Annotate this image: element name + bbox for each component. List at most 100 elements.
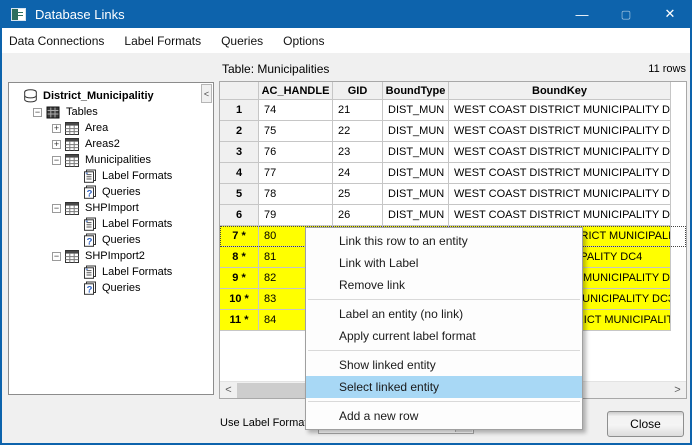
row-number-cell[interactable]: 2: [220, 121, 259, 142]
menubar-item-options[interactable]: Options: [273, 28, 334, 53]
window-controls: — ▢ ✕: [560, 0, 692, 28]
context-menu-item-apply-current-label-format[interactable]: Apply current label format: [306, 325, 582, 347]
row-number-cell[interactable]: 9 *: [220, 268, 259, 289]
tree-item-district-municipalitiy[interactable]: District_Municipalitiy: [9, 88, 213, 104]
collapse-expander-icon[interactable]: [33, 108, 42, 117]
context-menu-item-label-an-entity-no-link[interactable]: Label an entity (no link): [306, 303, 582, 325]
context-menu-item-remove-link[interactable]: Remove link: [306, 274, 582, 296]
table-cell-bound_key[interactable]: WEST COAST DISTRICT MUNICIPALITY DC1: [449, 100, 671, 121]
column-header-gid[interactable]: GID: [333, 82, 383, 100]
table-row[interactable]: 27522DIST_MUNWEST COAST DISTRICT MUNICIP…: [220, 121, 686, 142]
context-menu-item-show-linked-entity[interactable]: Show linked entity: [306, 354, 582, 376]
table-cell-bound_type[interactable]: DIST_MUN: [383, 184, 449, 205]
expand-expander-icon[interactable]: [52, 140, 61, 149]
collapse-expander-icon[interactable]: [52, 156, 61, 165]
table-cell-gid[interactable]: 22: [333, 121, 383, 142]
table-title: Table: Municipalities: [222, 62, 329, 76]
table-cell-ac_handle[interactable]: 76: [259, 142, 333, 163]
tree-item-queries[interactable]: ?Queries: [9, 232, 213, 248]
row-number-cell[interactable]: 11 *: [220, 310, 259, 331]
tree-item-label: SHPImport: [85, 202, 139, 214]
tree-item-label: Queries: [102, 282, 141, 294]
table-cell-bound_key[interactable]: WEST COAST DISTRICT MUNICIPALITY DC1: [449, 142, 671, 163]
tree-item-shpimport2[interactable]: SHPImport2: [9, 248, 213, 264]
tree-item-label-formats[interactable]: Label Formats: [9, 168, 213, 184]
label-formats-icon: [82, 169, 98, 183]
scroll-left-icon[interactable]: <: [220, 382, 237, 399]
menubar-item-queries[interactable]: Queries: [211, 28, 273, 53]
tree-item-label-formats[interactable]: Label Formats: [9, 216, 213, 232]
tree-item-tables[interactable]: Tables: [9, 104, 213, 120]
tree-item-label: Label Formats: [102, 266, 172, 278]
table-cell-bound_key[interactable]: WEST COAST DISTRICT MUNICIPALITY DC1: [449, 121, 671, 142]
table-cell-ac_handle[interactable]: 79: [259, 205, 333, 226]
svg-text:?: ?: [87, 284, 93, 295]
table-cell-bound_type[interactable]: DIST_MUN: [383, 163, 449, 184]
column-header-boundkey[interactable]: BoundKey: [449, 82, 671, 100]
scroll-right-icon[interactable]: >: [669, 382, 686, 399]
maximize-icon[interactable]: ▢: [604, 0, 648, 28]
table-row[interactable]: 37623DIST_MUNWEST COAST DISTRICT MUNICIP…: [220, 142, 686, 163]
row-number-cell[interactable]: 8 *: [220, 247, 259, 268]
row-number-cell[interactable]: 4: [220, 163, 259, 184]
database-links-dialog: Database Links — ▢ ✕ Data ConnectionsLab…: [0, 0, 692, 445]
menubar-item-label-formats[interactable]: Label Formats: [114, 28, 211, 53]
row-number-cell[interactable]: 5: [220, 184, 259, 205]
table-cell-bound_key[interactable]: WEST COAST DISTRICT MUNICIPALITY DC1: [449, 205, 671, 226]
tree-item-queries[interactable]: ? Queries: [9, 280, 213, 296]
minimize-icon[interactable]: —: [560, 0, 604, 28]
menu-separator: [308, 401, 580, 402]
column-header-boundtype[interactable]: BoundType: [383, 82, 449, 100]
context-menu-item-select-linked-entity[interactable]: Select linked entity: [306, 376, 582, 398]
context-menu-item-link-with-label[interactable]: Link with Label: [306, 252, 582, 274]
table-cell-bound_key[interactable]: WEST COAST DISTRICT MUNICIPALITY DC1: [449, 184, 671, 205]
table-cell-gid[interactable]: 26: [333, 205, 383, 226]
table-cell-gid[interactable]: 25: [333, 184, 383, 205]
column-header-row-number[interactable]: [220, 82, 259, 100]
tree-item-label: Queries: [102, 186, 141, 198]
table-icon: [65, 137, 81, 151]
tree-item-queries[interactable]: ? Queries: [9, 184, 213, 200]
table-cell-bound_key[interactable]: WEST COAST DISTRICT MUNICIPALITY DC1: [449, 163, 671, 184]
tree-collapse-button[interactable]: <: [201, 84, 212, 103]
table-cell-gid[interactable]: 21: [333, 100, 383, 121]
table-row[interactable]: 67926DIST_MUNWEST COAST DISTRICT MUNICIP…: [220, 205, 686, 226]
row-number-cell[interactable]: 10 *: [220, 289, 259, 310]
row-number-cell[interactable]: 7 *: [220, 226, 259, 247]
tree-item-label-formats[interactable]: Label Formats: [9, 264, 213, 280]
table-cell-bound_type[interactable]: DIST_MUN: [383, 142, 449, 163]
expand-expander-icon[interactable]: [52, 124, 61, 133]
table-cell-ac_handle[interactable]: 77: [259, 163, 333, 184]
tree-item-label: Municipalities: [85, 154, 151, 166]
queries-icon: ?: [82, 185, 98, 199]
table-cell-gid[interactable]: 23: [333, 142, 383, 163]
row-number-cell[interactable]: 6: [220, 205, 259, 226]
table-cell-bound_type[interactable]: DIST_MUN: [383, 205, 449, 226]
collapse-expander-icon[interactable]: [52, 204, 61, 213]
table-cell-ac_handle[interactable]: 74: [259, 100, 333, 121]
table-row[interactable]: 57825DIST_MUNWEST COAST DISTRICT MUNICIP…: [220, 184, 686, 205]
table-cell-ac_handle[interactable]: 75: [259, 121, 333, 142]
table-row[interactable]: 47724DIST_MUNWEST COAST DISTRICT MUNICIP…: [220, 163, 686, 184]
table-row[interactable]: 17421DIST_MUNWEST COAST DISTRICT MUNICIP…: [220, 100, 686, 121]
column-header-ac-handle[interactable]: AC_HANDLE: [259, 82, 333, 100]
close-button[interactable]: Close: [607, 411, 684, 437]
tree-item-shpimport[interactable]: SHPImport: [9, 200, 213, 216]
tree-item-areas2[interactable]: Areas2: [9, 136, 213, 152]
context-menu-item-add-a-new-row[interactable]: Add a new row: [306, 405, 582, 427]
row-number-cell[interactable]: 3: [220, 142, 259, 163]
table-cell-gid[interactable]: 24: [333, 163, 383, 184]
tree-item-label: District_Municipalitiy: [43, 90, 154, 102]
context-menu-item-link-this-row-to-an-entity[interactable]: Link this row to an entity: [306, 230, 582, 252]
table-cell-ac_handle[interactable]: 78: [259, 184, 333, 205]
table-icon: [65, 249, 81, 263]
menubar-item-data-connections[interactable]: Data Connections: [0, 28, 114, 53]
tree-item-area[interactable]: Area: [9, 120, 213, 136]
tree-item-municipalities[interactable]: Municipalities: [9, 152, 213, 168]
close-icon[interactable]: ✕: [648, 0, 692, 28]
connection-tree-panel: < District_Municipalitiy TablesAreaAreas2…: [8, 82, 214, 395]
table-cell-bound_type[interactable]: DIST_MUN: [383, 121, 449, 142]
table-cell-bound_type[interactable]: DIST_MUN: [383, 100, 449, 121]
collapse-expander-icon[interactable]: [52, 252, 61, 261]
row-number-cell[interactable]: 1: [220, 100, 259, 121]
